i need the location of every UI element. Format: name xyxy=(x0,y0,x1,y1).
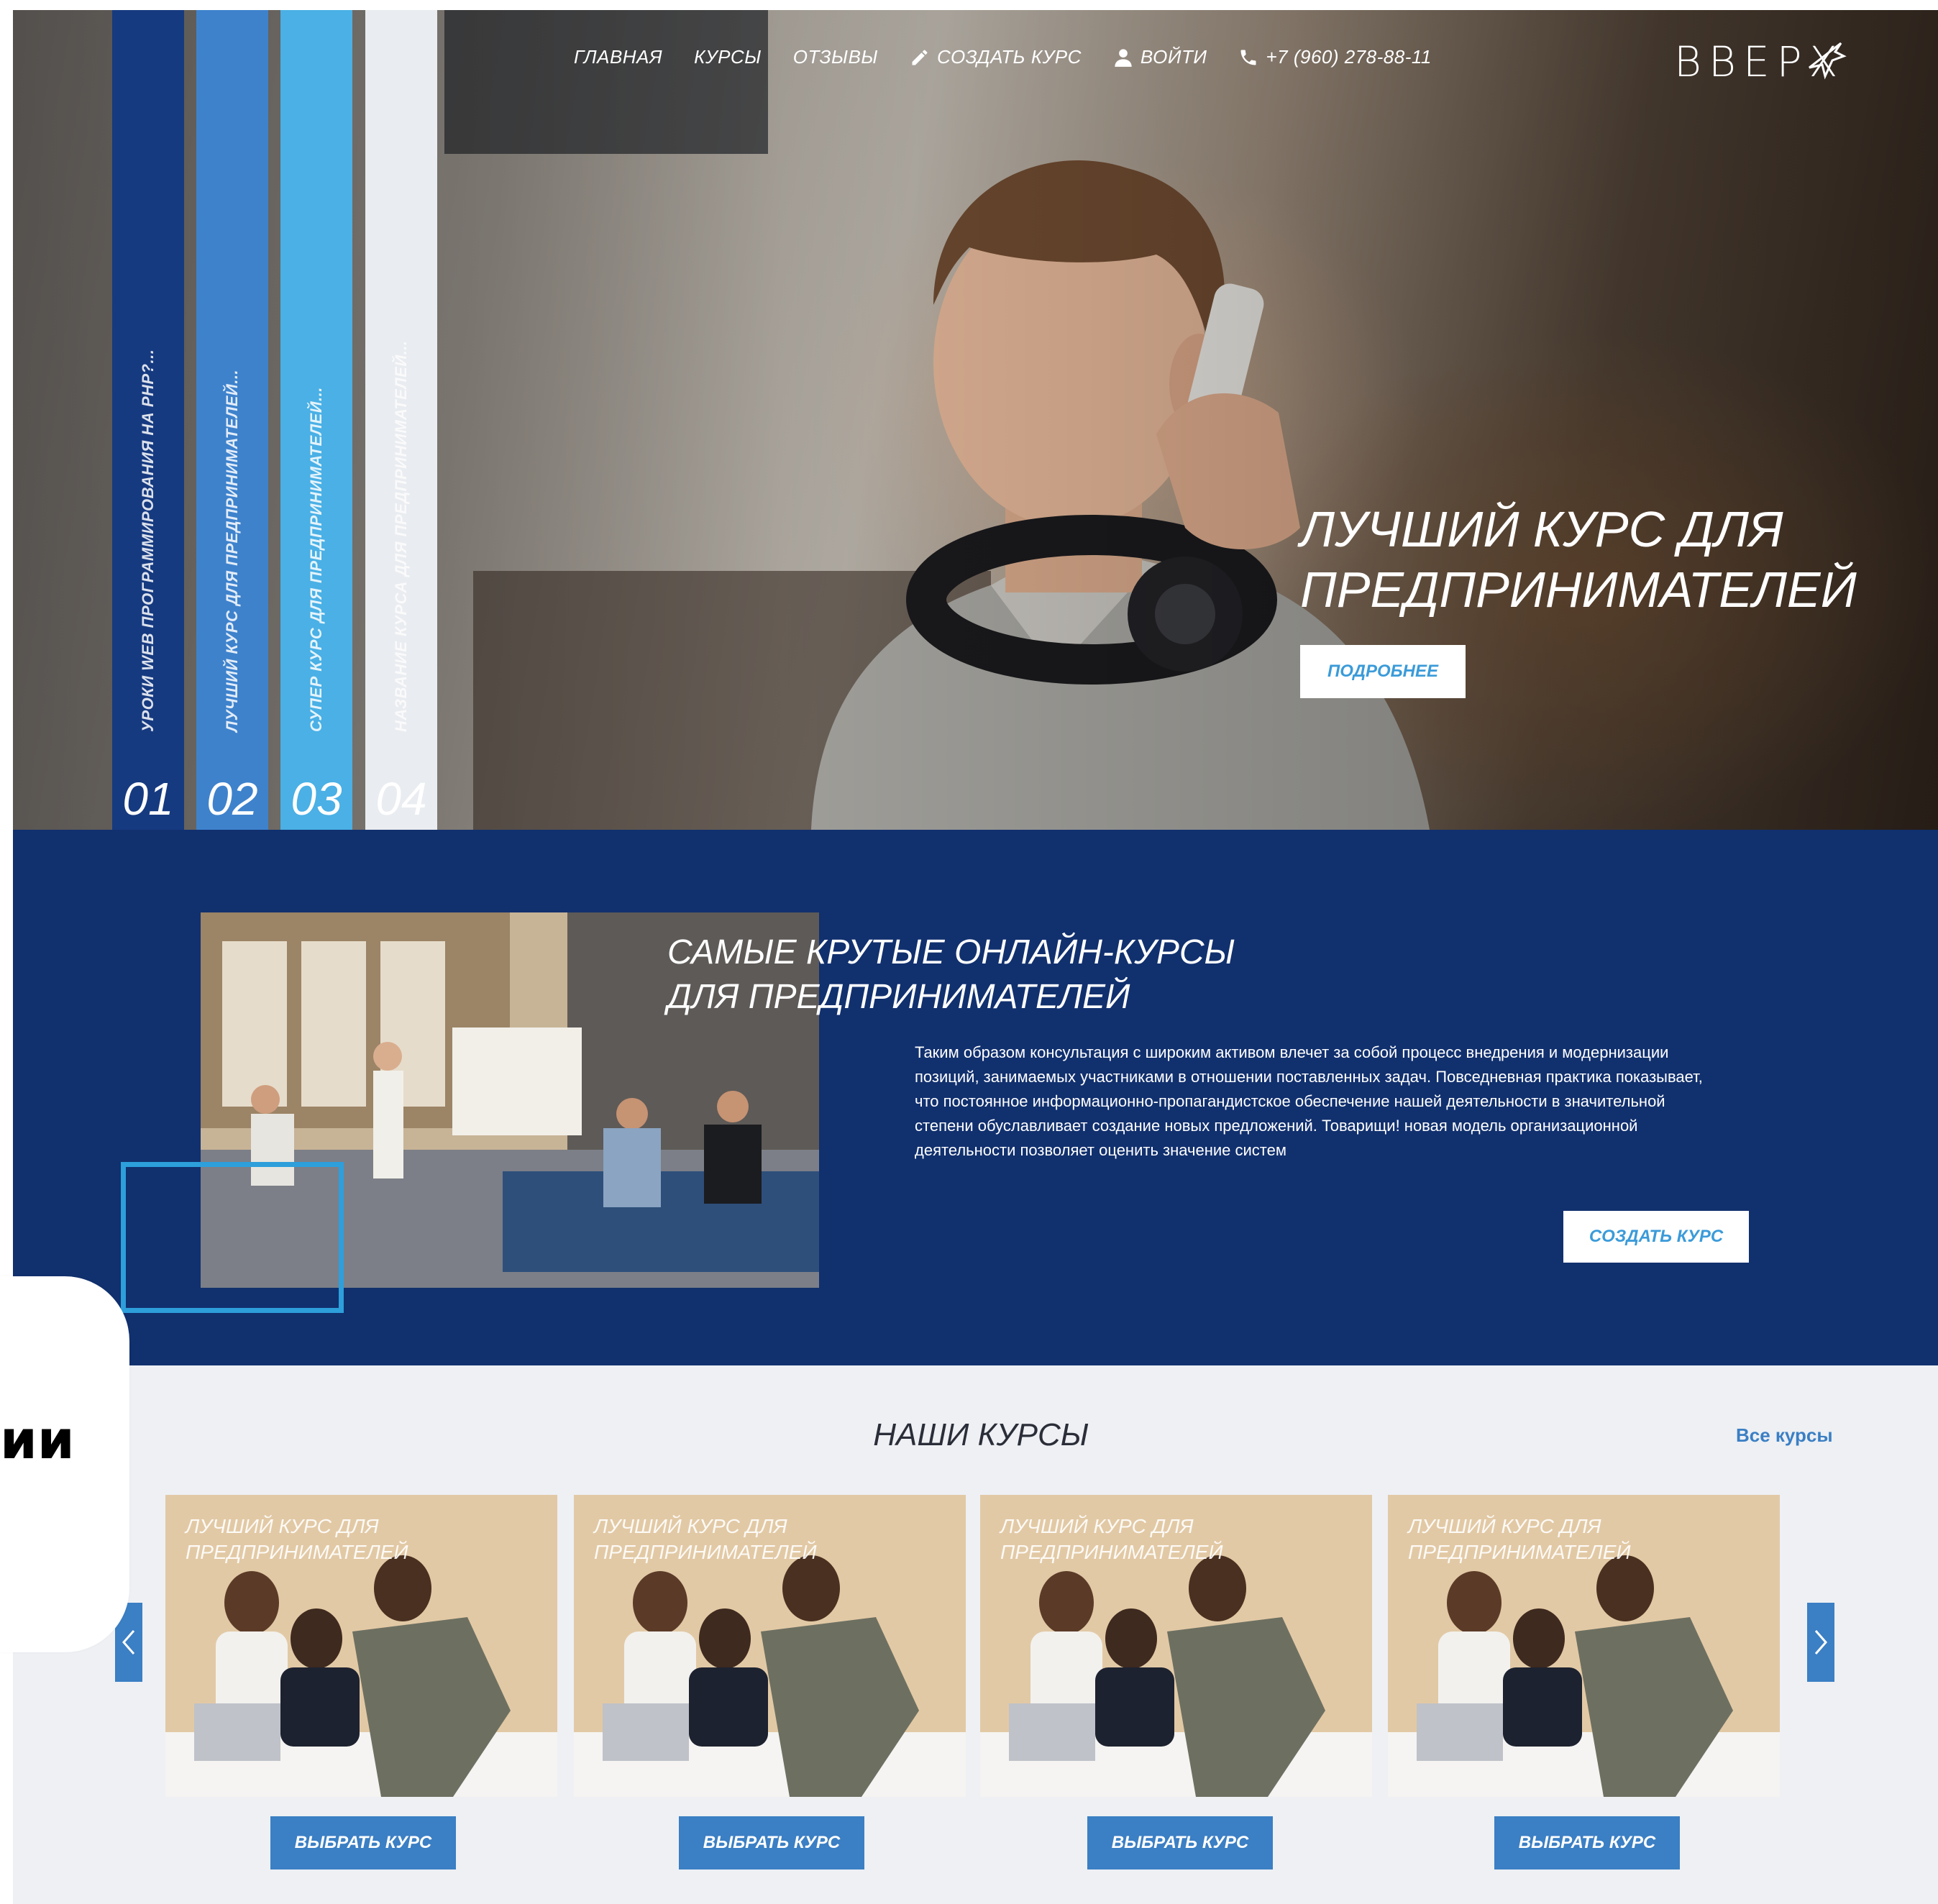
about-section: САМЫЕ КРУТЫЕ ОНЛАЙН-КУРСЫ ДЛЯ ПРЕДПРИНИМ… xyxy=(13,830,1938,1365)
nav-item-label: ГЛАВНАЯ xyxy=(574,46,663,68)
overlay-bubble-text: ии xyxy=(0,1409,75,1471)
slide-tab-01[interactable]: УРОКИ WEB ПРОГРАММИРОВАНИЯ НА PHP?... 01 xyxy=(112,10,184,830)
nav-item-label: ОТЗЫВЫ xyxy=(792,46,878,68)
slide-tab-02[interactable]: ЛУЧШИЙ КУРС ДЛЯ ПРЕДПРИНИМАТЕЛЕЙ... 02 xyxy=(196,10,268,830)
all-courses-link[interactable]: Все курсы xyxy=(1736,1424,1833,1447)
choose-course-button[interactable]: ВЫБРАТЬ КУРС xyxy=(270,1816,456,1869)
courses-section: НАШИ КУРСЫ Все курсы ЛУЧШИЙ КУРС ДЛЯ ПРЕ… xyxy=(13,1365,1938,1904)
course-card[interactable]: ЛУЧШИЙ КУРС ДЛЯ ПРЕДПРИНИМАТЕЛЕЙ xyxy=(165,1495,557,1797)
choose-course-button[interactable]: ВЫБРАТЬ КУРС xyxy=(1494,1816,1680,1869)
chevron-left-icon xyxy=(122,1630,135,1654)
nav-item-reviews[interactable]: ОТЗЫВЫ xyxy=(793,46,878,68)
about-description: Таким образом консультация с широким акт… xyxy=(915,1043,1703,1159)
nav-item-phone[interactable]: +7 (960) 278-88-11 xyxy=(1238,46,1431,68)
nav-item-label: +7 (960) 278-88-11 xyxy=(1266,46,1432,68)
course-card-title: ЛУЧШИЙ КУРС ДЛЯ ПРЕДПРИНИМАТЕЛЕЙ xyxy=(1408,1515,1631,1563)
course-card-title: ЛУЧШИЙ КУРС ДЛЯ ПРЕДПРИНИМАТЕЛЕЙ xyxy=(1000,1515,1223,1563)
slide-tab-04[interactable]: НАЗВАНИЕ КУРСА ДЛЯ ПРЕДПРИНИМАТЕЛЕЙ... 0… xyxy=(365,10,437,830)
nav-item-label: ВОЙТИ xyxy=(1140,46,1207,68)
hero-title: ЛУЧШИЙ КУРС ДЛЯ ПРЕДПРИНИМАТЕЛЕЙ xyxy=(1300,501,1857,618)
nav-item-courses[interactable]: КУРСЫ xyxy=(694,46,762,68)
more-button[interactable]: ПОДРОБНЕЕ xyxy=(1300,645,1466,698)
slide-tab-number: 01 xyxy=(122,773,174,825)
course-card[interactable]: ЛУЧШИЙ КУРС ДЛЯ ПРЕДПРИНИМАТЕЛЕЙ xyxy=(574,1495,966,1797)
slide-tab-label: УРОКИ WEB ПРОГРАММИРОВАНИЯ НА PHP?... xyxy=(139,349,157,732)
about-title: САМЫЕ КРУТЫЕ ОНЛАЙН-КУРСЫ ДЛЯ ПРЕДПРИНИМ… xyxy=(667,933,1235,1016)
choose-course-button[interactable]: ВЫБРАТЬ КУРС xyxy=(1087,1816,1273,1869)
pencil-icon xyxy=(912,50,928,65)
slide-tab-number: 02 xyxy=(206,773,258,825)
nav-item-label: СОЗДАТЬ КУРС xyxy=(936,46,1082,68)
phone-icon xyxy=(1240,50,1256,65)
course-card-title: ЛУЧШИЙ КУРС ДЛЯ ПРЕДПРИНИМАТЕЛЕЙ xyxy=(186,1515,408,1563)
slide-tab-label: СУПЕР КУРС ДЛЯ ПРЕДПРИНИМАТЕЛЕЙ... xyxy=(307,387,325,732)
user-icon xyxy=(1115,48,1132,67)
slide-tab-03[interactable]: СУПЕР КУРС ДЛЯ ПРЕДПРИНИМАТЕЛЕЙ... 03 xyxy=(280,10,352,830)
slide-tab-label: ЛУЧШИЙ КУРС ДЛЯ ПРЕДПРИНИМАТЕЛЕЙ... xyxy=(223,369,241,732)
nav-item-home[interactable]: ГЛАВНАЯ xyxy=(574,46,662,68)
plane-icon xyxy=(1809,42,1847,80)
nav-item-label: КУРСЫ xyxy=(694,46,762,68)
chevron-right-icon xyxy=(1814,1630,1827,1654)
carousel-next-button[interactable] xyxy=(1807,1603,1834,1682)
slide-tab-label: НАЗВАНИЕ КУРСА ДЛЯ ПРЕДПРИНИМАТЕЛЕЙ... xyxy=(392,340,410,732)
hero-section: УРОКИ WEB ПРОГРАММИРОВАНИЯ НА PHP?... 01… xyxy=(13,10,1938,830)
nav-item-login[interactable]: ВОЙТИ xyxy=(1113,46,1207,68)
course-card-title: ЛУЧШИЙ КУРС ДЛЯ ПРЕДПРИНИМАТЕЛЕЙ xyxy=(594,1515,817,1563)
courses-title: НАШИ КУРСЫ xyxy=(873,1417,1089,1452)
main-nav: ГЛАВНАЯ КУРСЫ ОТЗЫВЫ СОЗДАТЬ КУРС ВОЙТИ … xyxy=(574,46,1432,68)
slide-tab-number: 03 xyxy=(291,773,342,825)
choose-course-button[interactable]: ВЫБРАТЬ КУРС xyxy=(679,1816,864,1869)
course-card[interactable]: ЛУЧШИЙ КУРС ДЛЯ ПРЕДПРИНИМАТЕЛЕЙ xyxy=(980,1495,1372,1797)
course-card[interactable]: ЛУЧШИЙ КУРС ДЛЯ ПРЕДПРИНИМАТЕЛЕЙ xyxy=(1388,1495,1780,1797)
slide-tab-number: 04 xyxy=(375,773,427,825)
nav-item-create-course[interactable]: СОЗДАТЬ КУРС xyxy=(910,46,1082,68)
decorative-frame xyxy=(121,1162,344,1313)
create-course-button[interactable]: СОЗДАТЬ КУРС xyxy=(1563,1211,1749,1263)
